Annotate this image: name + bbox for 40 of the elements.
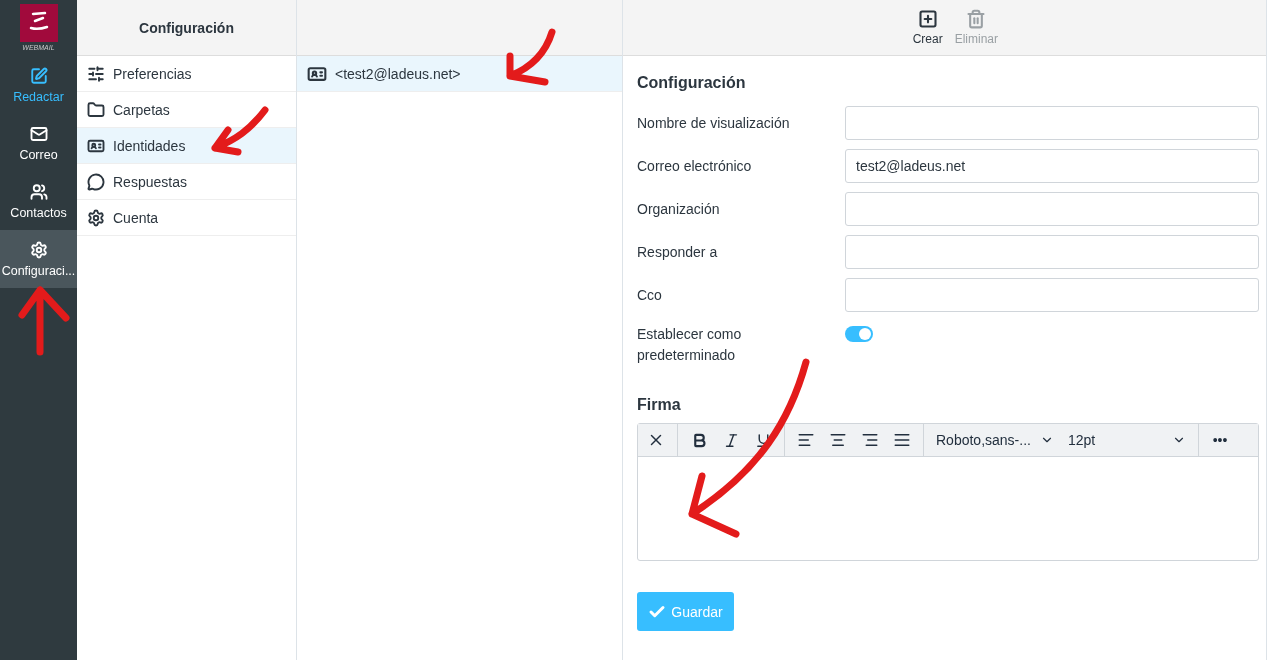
nav-button[interactable]: Redactar — [0, 56, 77, 114]
field-label: Cco — [637, 286, 663, 303]
gear-icon — [87, 208, 105, 227]
size-select[interactable]: 12pt — [1062, 426, 1192, 454]
input-field[interactable]: test2@ladeus.net — [845, 148, 1259, 183]
field-label: Correo electrónico — [637, 157, 753, 174]
people-icon — [29, 182, 48, 201]
signature-editor[interactable]: Roboto,sans-... 12pt ••• — [637, 423, 1259, 561]
sliders-icon — [87, 64, 105, 83]
nav-button[interactable]: Contactos — [0, 172, 77, 230]
settings-item[interactable]: Identidades — [77, 128, 296, 164]
font-select[interactable]: Roboto,sans-... — [930, 426, 1060, 454]
annotation-arrow — [18, 286, 70, 356]
input-field[interactable] — [845, 191, 1259, 226]
more-button[interactable]: ••• — [1205, 426, 1235, 454]
field-label: Organización — [637, 200, 721, 217]
default-toggle[interactable] — [845, 326, 873, 342]
input-field[interactable] — [845, 234, 1259, 269]
gear-icon — [29, 240, 48, 259]
create-button[interactable]: Crear — [912, 0, 943, 55]
envelope-icon — [29, 124, 48, 143]
annotation-arrow — [211, 106, 269, 156]
field-label: Nombre de visualización — [637, 114, 791, 131]
form-title: Configuración — [637, 74, 747, 92]
logo-icon — [19, 4, 58, 42]
nav-button[interactable]: Correo — [0, 114, 77, 172]
field-label: Responder a — [637, 243, 719, 260]
input-field[interactable] — [845, 105, 1259, 140]
input-field[interactable] — [845, 277, 1259, 312]
panel-title: Configuración — [77, 0, 296, 56]
trash-icon — [966, 9, 987, 29]
signature-title: Firma — [637, 396, 682, 414]
identity-item[interactable]: <test2@ladeus.net> — [297, 56, 622, 92]
toggle-label: Establecer como predeterminado — [637, 325, 743, 365]
plus-square-icon — [917, 9, 938, 29]
nav-button[interactable]: Configuraci... — [0, 230, 77, 288]
annotation-arrow — [506, 28, 556, 86]
pencil-square-icon — [29, 66, 48, 85]
speech-bubble-icon — [87, 172, 105, 191]
folder-icon — [87, 100, 105, 119]
